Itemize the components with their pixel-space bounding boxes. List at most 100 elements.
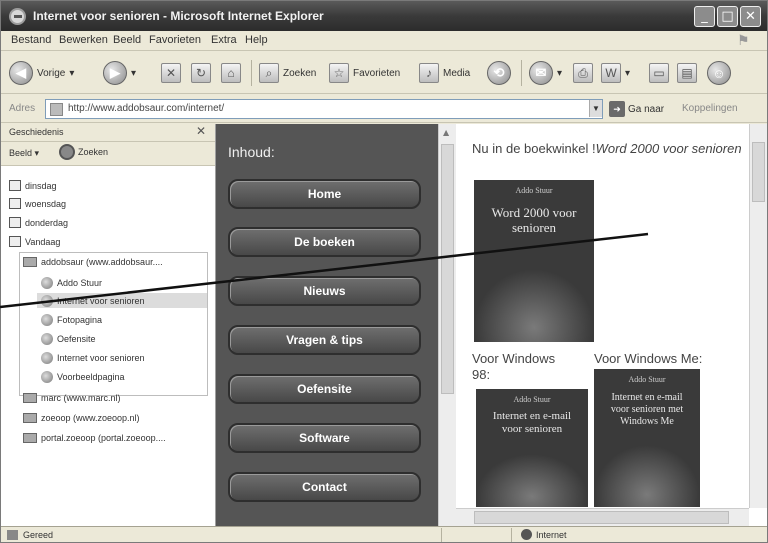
nav-button-home[interactable]: Home [228, 179, 421, 209]
web-page-icon [41, 370, 53, 383]
main-frame-horizontal-scrollbar[interactable] [456, 508, 749, 526]
history-day-donderdag[interactable]: donderdag [9, 216, 68, 229]
messenger-button[interactable]: ☺ [707, 59, 731, 87]
nav-button-oefensite[interactable]: Oefensite [228, 374, 421, 404]
main-frame: Nu in de boekwinkel !Word 2000 voor seni… [456, 124, 767, 526]
folder-icon [23, 392, 37, 403]
navigation-frame-scrollbar[interactable]: ▲ [438, 124, 456, 526]
back-button[interactable]: ◀ Vorige ▾ [9, 59, 74, 87]
book-cover-artwork [474, 269, 594, 342]
scroll-up-icon: ▲ [443, 128, 450, 137]
navigation-heading: Inhoud: [228, 144, 275, 160]
status-text: Gereed [23, 530, 54, 540]
calendar-icon [9, 217, 21, 228]
main-frame-scrollbar[interactable] [749, 124, 767, 508]
nav-button-vragen-tips[interactable]: Vragen & tips [228, 325, 421, 355]
folder-icon [23, 432, 37, 443]
go-arrow-icon: ➜ [609, 101, 625, 117]
nav-button-nieuws[interactable]: Nieuws [228, 276, 421, 306]
search-icon [59, 144, 75, 160]
web-page-icon [41, 332, 53, 345]
history-day-woensdag[interactable]: woensdag [9, 197, 66, 210]
history-page[interactable]: Fotopagina [41, 313, 102, 326]
media-button[interactable]: ♪ Media [419, 59, 470, 87]
menu-help[interactable]: Help [245, 34, 268, 46]
web-page-icon [41, 276, 53, 289]
book-cover-internet-98[interactable]: Addo Stuur Internet en e-mail voor senio… [476, 389, 588, 507]
stop-button[interactable]: ✕ [161, 59, 181, 87]
sidebar-header: Geschiedenis ✕ [1, 124, 215, 142]
history-page[interactable]: Oefensite [41, 332, 96, 345]
calendar-icon [9, 236, 21, 247]
mail-button[interactable]: ✉ ▾ [529, 59, 562, 87]
address-bar: Adres http://www.addobsaur.com/internet/… [1, 95, 767, 123]
go-button[interactable]: ➜ Ga naar [609, 100, 664, 118]
menu-bestand[interactable]: Bestand [11, 34, 51, 46]
research-button[interactable]: ▤ [677, 59, 697, 87]
label-windows-me: Voor Windows Me: [594, 351, 703, 366]
search-button[interactable]: ⌕ Zoeken [259, 59, 316, 87]
windows-flag-icon: ⚑ [737, 32, 750, 48]
chevron-down-icon: ▾ [625, 67, 631, 79]
sidebar-title: Geschiedenis [9, 127, 64, 137]
media-icon: ♪ [419, 63, 439, 83]
scrollbar-thumb[interactable] [441, 144, 454, 394]
address-dropdown-button[interactable]: ▼ [589, 100, 602, 117]
nav-button-software[interactable]: Software [228, 423, 421, 453]
address-input[interactable]: http://www.addobsaur.com/internet/ [45, 99, 603, 119]
history-site-zoeoop[interactable]: zoeoop (www.zoeoop.nl) [23, 411, 140, 424]
menu-bewerken[interactable]: Bewerken [59, 34, 108, 46]
history-page-selected[interactable]: Internet voor senioren [41, 294, 145, 307]
nav-button-de-boeken[interactable]: De boeken [228, 227, 421, 257]
history-button[interactable]: ⟲ [487, 59, 511, 87]
favorites-label: Favorieten [353, 67, 401, 79]
internet-explorer-icon [9, 8, 26, 25]
book-cover-internet-me[interactable]: Addo Stuur Internet en e-mail voor senio… [594, 369, 700, 507]
links-toolbar[interactable]: Koppelingen [682, 103, 738, 114]
nav-button-contact[interactable]: Contact [228, 472, 421, 502]
globe-icon [521, 529, 532, 540]
close-icon[interactable]: ✕ [196, 124, 206, 138]
scrollbar-thumb[interactable] [474, 511, 729, 524]
home-button[interactable]: ⌂ [221, 59, 241, 87]
search-icon: ⌕ [259, 63, 279, 83]
menu-favorieten[interactable]: Favorieten [149, 34, 201, 46]
page-content: Inhoud: Home De boeken Nieuws Vragen & t… [216, 124, 767, 526]
history-sidebar: Geschiedenis ✕ Beeld ▾ Zoeken dinsdag wo… [1, 124, 216, 526]
print-button[interactable]: ⎙ [573, 59, 593, 87]
history-day-vandaag[interactable]: Vandaag [9, 235, 60, 248]
label-windows-98: Voor Windows [472, 351, 556, 366]
status-bar: Gereed Internet [1, 526, 767, 542]
minimize-button[interactable]: _ [694, 6, 715, 27]
folder-icon [23, 256, 37, 267]
research-icon: ▤ [677, 63, 697, 83]
history-site-portal[interactable]: portal.zoeoop (portal.zoeoop.... [23, 431, 166, 444]
favorites-button[interactable]: ☆ Favorieten [329, 59, 400, 87]
sidebar-view-button[interactable]: Beeld ▾ [9, 148, 39, 159]
address-url: http://www.addobsaur.com/internet/ [68, 103, 225, 114]
refresh-icon: ↻ [191, 63, 211, 83]
close-button[interactable]: ✕ [740, 6, 761, 27]
discuss-button[interactable]: ▭ [649, 59, 669, 87]
sidebar-search-button[interactable]: Zoeken [59, 144, 108, 160]
history-page[interactable]: Internet voor senioren [41, 351, 145, 364]
promo-book-title[interactable]: Word 2000 voor senioren [596, 141, 742, 156]
book-cover-artwork [476, 453, 588, 507]
refresh-button[interactable]: ↻ [191, 59, 211, 87]
book-cover-word-2000[interactable]: Addo Stuur Word 2000 voor senioren [474, 180, 594, 342]
title-bar[interactable]: Internet voor senioren - Microsoft Inter… [1, 1, 767, 31]
menu-extra[interactable]: Extra [211, 34, 237, 46]
menu-beeld[interactable]: Beeld [113, 34, 141, 46]
maximize-button[interactable]: □ [717, 6, 738, 27]
history-page[interactable]: Voorbeeldpagina [41, 370, 125, 383]
forward-button[interactable]: ▶ ▾ [103, 59, 136, 87]
scrollbar-thumb[interactable] [752, 142, 765, 202]
history-site-addobsaur[interactable]: addobsaur (www.addobsaur.... [23, 255, 163, 268]
history-page[interactable]: Addo Stuur [41, 276, 102, 289]
history-site-marc[interactable]: marc (www.marc.nl) [23, 391, 121, 404]
history-day-dinsdag[interactable]: dinsdag [9, 179, 57, 192]
edit-button[interactable]: W ▾ [601, 59, 630, 87]
calendar-icon [9, 180, 21, 191]
status-divider [441, 528, 442, 542]
sidebar-toolbar: Beeld ▾ Zoeken [1, 142, 215, 166]
